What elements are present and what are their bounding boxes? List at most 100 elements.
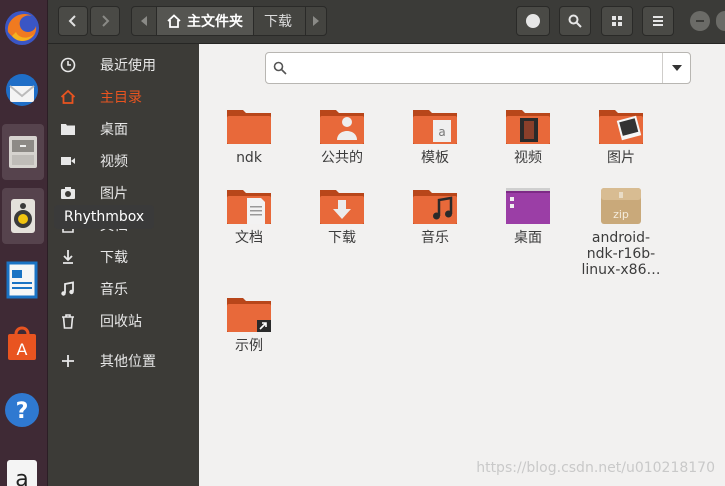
dock-tooltip: Rhythmbox (54, 205, 155, 229)
sidebar-item-other-locations[interactable]: 其他位置 (48, 345, 199, 377)
video-icon (48, 153, 88, 169)
file-item-examples[interactable]: 示例 (205, 294, 293, 354)
path-bar: 主文件夹 下载 (131, 6, 327, 36)
home-icon (167, 14, 181, 28)
file-label: 图片 (607, 150, 635, 166)
watermark: https://blog.csdn.net/u010218170 (476, 460, 715, 476)
headerbar: 主文件夹 下载 (48, 0, 725, 44)
sidebar-item-label: 桌面 (100, 122, 128, 138)
menu-button[interactable] (642, 6, 674, 36)
file-item-templates[interactable]: a 模板 (391, 106, 479, 166)
sidebar-item-music[interactable]: 音乐 (48, 273, 199, 305)
sidebar-item-label: 主目录 (100, 90, 142, 106)
sidebar-item-label: 视频 (100, 154, 128, 170)
amazon-launcher[interactable]: a (0, 446, 44, 486)
search-input[interactable] (294, 54, 660, 82)
rhythmbox-launcher[interactable] (2, 188, 44, 244)
firefox-icon (5, 11, 39, 45)
camera-icon (48, 185, 88, 201)
triangle-left-icon (141, 16, 147, 26)
svg-text:?: ? (16, 399, 29, 424)
software-launcher[interactable]: A (0, 316, 44, 372)
sidebar-item-trash[interactable]: 回收站 (48, 305, 199, 337)
download-icon (48, 249, 88, 265)
file-item-desktop[interactable]: 桌面 (484, 186, 572, 246)
folder-icon (227, 110, 271, 144)
path-segment-home[interactable]: 主文件夹 (157, 7, 254, 35)
file-view: ndk 公共的 a 模板 视频 图片 文档 下载 音乐 桌面 zip andro… (199, 44, 725, 486)
thunderbird-launcher[interactable] (0, 62, 44, 118)
svg-text:a: a (15, 467, 28, 486)
sidebar-item-label: 图片 (100, 186, 128, 202)
search-icon (568, 14, 582, 28)
path-scroll-right[interactable] (306, 7, 326, 35)
sidebar-item-label: 下载 (100, 250, 128, 266)
forward-button[interactable] (90, 6, 120, 36)
amazon-icon: a (7, 460, 37, 486)
speaker-icon (11, 199, 35, 233)
search-bar[interactable] (265, 52, 691, 84)
svg-text:a: a (438, 125, 445, 139)
sidebar-item-desktop[interactable]: 桌面 (48, 113, 199, 145)
file-label: 模板 (421, 150, 449, 166)
path-scroll-left[interactable] (132, 7, 157, 35)
svg-text:A: A (17, 340, 28, 359)
folder-public-icon (320, 110, 364, 144)
chevron-left-icon (68, 15, 76, 27)
writer-launcher[interactable] (0, 252, 44, 308)
document-writer-icon (6, 261, 38, 299)
record-button[interactable] (516, 6, 550, 36)
view-toggle-button[interactable] (601, 6, 633, 36)
folder-downloads-icon (320, 190, 364, 224)
file-label: ndk (236, 150, 262, 166)
folder-link-icon (227, 298, 271, 332)
file-label: 文档 (235, 230, 263, 246)
path-segment-downloads[interactable]: 下载 (254, 7, 306, 35)
sidebar-item-label: 回收站 (100, 314, 142, 330)
home-icon (48, 89, 88, 105)
folder-music-icon (413, 190, 457, 224)
path-segment-label: 下载 (264, 14, 292, 30)
search-button[interactable] (559, 6, 591, 36)
file-item-ndk[interactable]: ndk (205, 106, 293, 166)
firefox-launcher[interactable] (0, 0, 44, 56)
file-item-videos[interactable]: 视频 (484, 106, 572, 166)
plus-icon (48, 354, 88, 368)
search-options-dropdown[interactable] (662, 53, 690, 83)
chevron-down-icon (671, 65, 682, 71)
help-launcher[interactable]: ? (0, 382, 44, 438)
shopping-bag-icon: A (8, 326, 36, 360)
file-label: 示例 (235, 338, 263, 354)
thunderbird-icon (6, 74, 38, 106)
music-icon (48, 281, 88, 297)
path-segment-label: 主文件夹 (187, 14, 243, 30)
chevron-right-icon (102, 15, 110, 27)
minimize-button[interactable] (690, 11, 710, 31)
places-sidebar: 最近使用 主目录 桌面 视频 图片 文档 下载 (48, 44, 199, 486)
folder-desktop-icon (506, 188, 550, 224)
clock-icon (48, 57, 88, 73)
zip-label: zip (613, 208, 629, 221)
file-item-public[interactable]: 公共的 (298, 106, 386, 166)
files-launcher[interactable] (2, 124, 44, 180)
sidebar-item-home[interactable]: 主目录 (48, 81, 199, 113)
sidebar-item-recent[interactable]: 最近使用 (48, 49, 199, 81)
file-label: 下载 (328, 230, 356, 246)
launcher-dock: A ? a (0, 0, 48, 486)
back-button[interactable] (58, 6, 88, 36)
folder-icon (48, 121, 88, 137)
file-item-music[interactable]: 音乐 (391, 186, 479, 246)
zip-archive-icon: zip (601, 188, 641, 224)
maximize-button[interactable] (716, 11, 725, 31)
minimize-icon (696, 20, 704, 22)
file-item-documents[interactable]: 文档 (205, 186, 293, 246)
help-icon: ? (5, 393, 39, 427)
sidebar-item-videos[interactable]: 视频 (48, 145, 199, 177)
file-label: 公共的 (321, 150, 363, 166)
file-item-android-ndk-zip[interactable]: zip android- ndk-r16b- linux-x86… (577, 186, 665, 278)
hamburger-icon (653, 16, 663, 26)
file-item-downloads[interactable]: 下载 (298, 186, 386, 246)
file-cabinet-icon (9, 136, 37, 168)
file-item-pictures[interactable]: 图片 (577, 106, 665, 166)
sidebar-item-downloads[interactable]: 下载 (48, 241, 199, 273)
